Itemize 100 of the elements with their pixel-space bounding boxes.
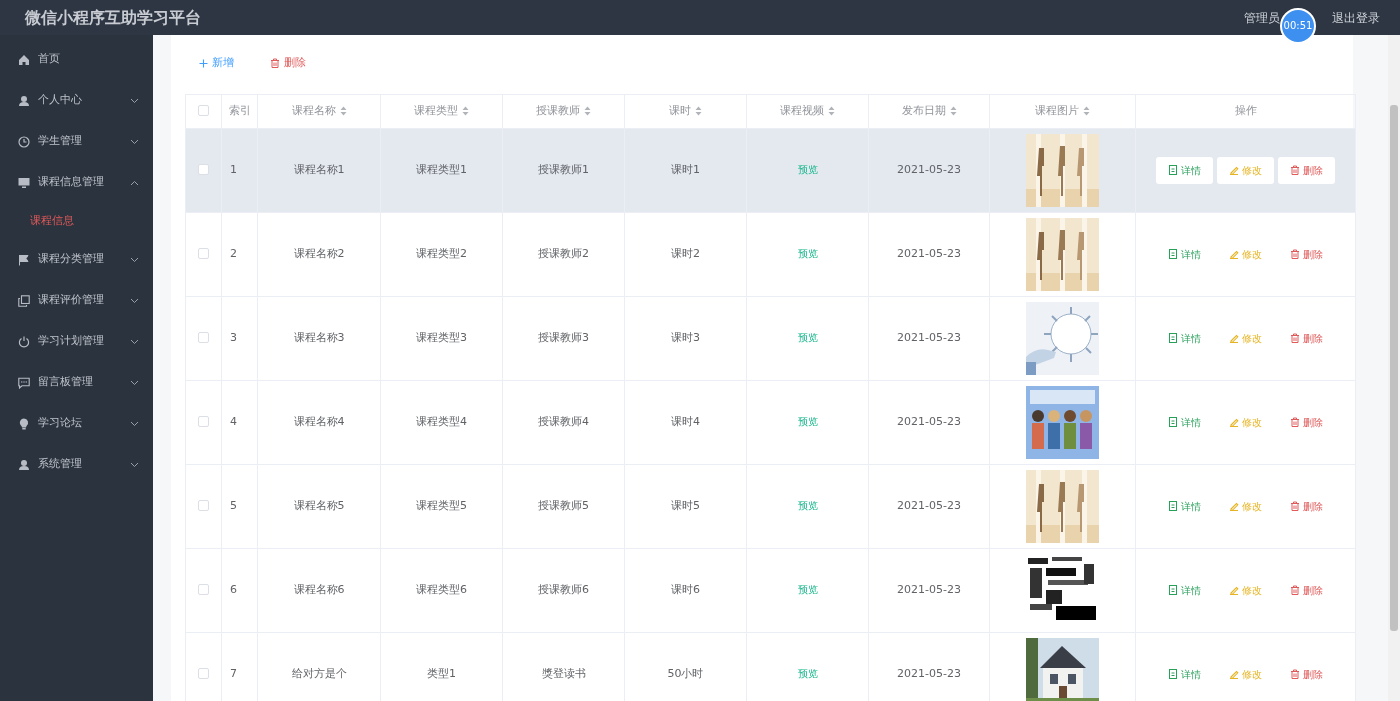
home-icon [18,53,30,66]
document-icon [1168,165,1178,175]
details-button[interactable]: 详情 [1156,660,1213,688]
table-cell: 6 [230,582,237,596]
table-cell: 授课教师3 [538,330,589,344]
user-icon [18,458,30,471]
select-all-checkbox[interactable] [198,105,209,117]
table-cell: 课时6 [671,582,700,596]
trash-icon [1290,669,1300,679]
chevron-icon [130,297,139,304]
chevron-icon [130,97,139,104]
sort-icon [584,106,591,116]
timer-badge: 00:51 [1280,7,1316,44]
trash-icon [1290,417,1300,427]
details-button[interactable]: 详情 [1156,240,1213,268]
details-button[interactable]: 详情 [1156,408,1213,436]
chevron-icon [130,138,139,145]
row-checkbox[interactable] [198,416,209,428]
table-cell: 獎登读书 [541,666,586,680]
pencil-icon [1229,249,1239,259]
delete-button[interactable]: 删除 [1278,660,1335,688]
preview-link[interactable]: 预览 [797,583,818,595]
delete-button[interactable]: 删除 [256,51,320,76]
add-button[interactable]: 新增 [185,51,248,76]
table-cell: 课时5 [671,498,700,512]
row-checkbox[interactable] [198,332,209,344]
delete-button[interactable]: 删除 [1278,156,1335,184]
delete-button[interactable]: 删除 [1278,492,1335,520]
trash-icon [1290,333,1300,343]
sidebar-item[interactable]: 留言板管理 [0,362,153,403]
row-checkbox[interactable] [198,248,209,260]
table-cell: 课程名称3 [293,330,345,344]
preview-link[interactable]: 预览 [797,667,818,679]
pencil-icon [1229,585,1239,595]
preview-link[interactable]: 预览 [797,247,818,259]
preview-link[interactable]: 预览 [797,499,818,511]
sidebar-item[interactable]: 课程信息管理 [0,162,153,203]
details-button[interactable]: 详情 [1156,324,1213,352]
table-cell: 5 [230,498,237,512]
details-button[interactable]: 详情 [1156,492,1213,520]
edit-button[interactable]: 修改 [1217,660,1274,688]
preview-link[interactable]: 预览 [797,415,818,427]
sidebar-item[interactable]: 学习论坛 [0,403,153,444]
row-checkbox[interactable] [198,500,209,512]
sort-icon [695,106,702,116]
monitor-icon [18,176,30,189]
delete-button[interactable]: 删除 [1278,576,1335,604]
power-icon [18,335,30,348]
pencil-icon [1229,165,1239,175]
table-cell: 课程类型3 [416,330,467,344]
document-icon [1168,417,1178,427]
pencil-icon [1229,417,1239,427]
sidebar-item[interactable]: 学生管理 [0,121,153,162]
row-checkbox[interactable] [198,164,209,176]
column-header: 索引 [228,102,251,119]
trash-icon [1290,501,1300,511]
sidebar-item[interactable]: 首页 [0,39,153,80]
table-cell: 授课教师2 [538,246,589,260]
table-cell: 课程名称4 [293,414,345,428]
delete-button[interactable]: 删除 [1278,408,1335,436]
preview-link[interactable]: 预览 [797,163,818,175]
delete-button[interactable]: 删除 [1278,324,1335,352]
preview-link[interactable]: 预览 [797,331,818,343]
table-cell: 1 [230,162,237,176]
table-cell: 给对方是个 [291,666,347,680]
details-button[interactable]: 详情 [1156,576,1213,604]
row-checkbox[interactable] [198,584,209,596]
table-cell: 授课教师6 [538,582,589,596]
sidebar-item[interactable]: 学习计划管理 [0,321,153,362]
table-cell: 课时1 [671,162,700,176]
edit-button[interactable]: 修改 [1217,324,1274,352]
logout-link[interactable]: 退出登录 [1332,8,1380,27]
table-cell: 3 [230,330,237,344]
sidebar-item[interactable]: 个人中心 [0,80,153,121]
table-cell: 课程类型5 [416,498,467,512]
sidebar-item[interactable]: 系统管理 [0,444,153,485]
document-icon [1168,501,1178,511]
delete-button[interactable]: 删除 [1278,240,1335,268]
table-cell: 授课教师1 [538,162,589,176]
chevron-icon [130,379,139,386]
sidebar-item[interactable]: 课程评价管理 [0,280,153,321]
edit-button[interactable]: 修改 [1217,240,1274,268]
edit-button[interactable]: 修改 [1217,492,1274,520]
column-header[interactable]: 课时 [669,102,702,120]
table-cell: 2021-05-23 [897,666,961,680]
column-header[interactable]: 课程图片 [1035,102,1090,120]
sidebar-subitem[interactable]: 课程信息 [0,203,153,239]
table-cell: 课时2 [671,246,700,260]
pencil-icon [1229,333,1239,343]
scrollbar[interactable] [1388,35,1400,701]
row-checkbox[interactable] [198,668,209,680]
table-cell: 课程类型4 [416,414,467,428]
edit-button[interactable]: 修改 [1217,156,1274,184]
details-button[interactable]: 详情 [1156,156,1213,184]
table-cell: 课程类型2 [416,246,467,260]
sidebar-item[interactable]: 课程分类管理 [0,239,153,280]
edit-button[interactable]: 修改 [1217,408,1274,436]
edit-button[interactable]: 修改 [1217,576,1274,604]
table-cell: 类型1 [427,666,456,680]
table-cell: 课程名称6 [293,582,345,596]
